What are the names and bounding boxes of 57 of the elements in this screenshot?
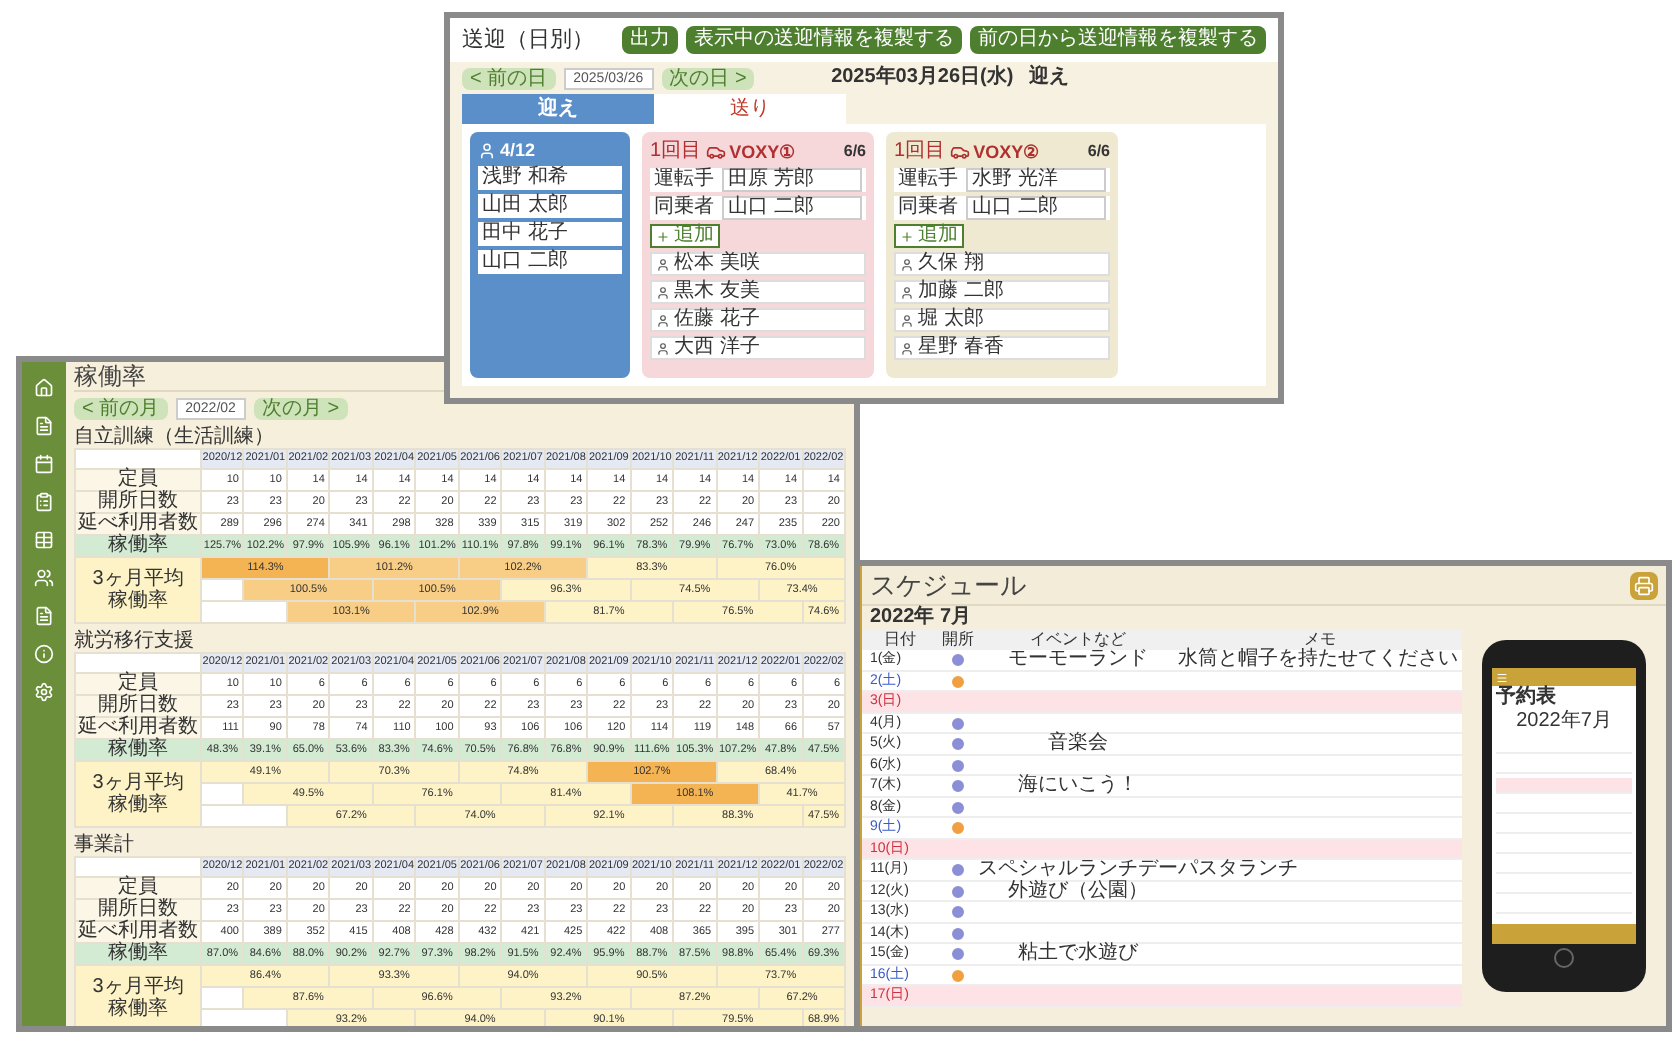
row-label: 3ヶ月平均稼働率 [76, 558, 200, 622]
mode-heading: 迎え [1029, 66, 1070, 90]
row-label: 稼働率 [76, 536, 200, 556]
memo-cell-text: 水筒と帽子を持たせてください [1178, 650, 1460, 670]
row-label: 開所日数 [76, 900, 200, 920]
row-label: 稼働率 [76, 740, 200, 760]
column-header: メモ [1304, 630, 1338, 648]
field-label: 同乗者 [654, 196, 714, 220]
capacity-label: 6/6 [843, 140, 866, 164]
field-label: 運転手 [898, 168, 958, 192]
row-label: 延べ利用者数 [76, 514, 200, 534]
trip-label: 1回目 [650, 140, 702, 164]
event-cell-text: 粘土で水遊び [1016, 944, 1141, 964]
section-title: 自立訓練（生活訓練） [74, 426, 276, 448]
phone-month: 2022年7月 [1514, 710, 1614, 734]
row-label: 開所日数 [76, 492, 200, 512]
window-title: スケジュール [870, 570, 1026, 600]
date-heading: 2025年03月26日(水) [831, 66, 1014, 90]
row-label: 定員 [76, 878, 200, 898]
event-cell-text: モーモーランド [1006, 650, 1150, 670]
passenger-name: 佐藤 花子 [674, 310, 760, 330]
window-title: 送迎（日別） [462, 27, 594, 53]
phone-title: 予約表 [1494, 686, 1558, 710]
row-label: 3ヶ月平均稼働率 [76, 762, 200, 826]
event-cell-text: 音楽会 [1046, 734, 1110, 754]
event-cell-text: 外遊び（公園） [1006, 881, 1150, 901]
section-title: 事業計 [74, 834, 136, 856]
column-header: 日付 [882, 630, 918, 650]
section-title: 就労移行支援 [74, 630, 196, 652]
passenger-name: 久保 翔 [918, 254, 984, 274]
vehicle-name: VOXY① [729, 140, 796, 164]
column-header: 開所 [940, 630, 976, 650]
passenger-name: 加藤 二郎 [918, 282, 1004, 302]
row-label: 延べ利用者数 [76, 718, 200, 738]
passenger-name: 星野 春香 [918, 338, 1004, 358]
column-header: イベントなど [1028, 630, 1128, 650]
event-cell: スペシャルランチデー [978, 860, 1178, 880]
memo-cell-text: パスタランチ [1178, 860, 1300, 880]
row-label: 定員 [76, 674, 200, 694]
row-label: 定員 [76, 470, 200, 490]
vehicle-name: VOXY② [973, 140, 1040, 164]
row-label: 延べ利用者数 [76, 922, 200, 942]
capacity-label: 6/6 [1087, 140, 1110, 164]
passenger-name: 堀 太郎 [918, 310, 984, 330]
event-cell-text: 海にいこう！ [1016, 776, 1140, 796]
trip-label: 1回目 [894, 140, 946, 164]
row-label: 稼働率 [76, 944, 200, 964]
passenger-name: 大西 洋子 [674, 338, 760, 358]
passenger-name: 松本 美咲 [674, 254, 760, 274]
count-label: 4/12 [500, 140, 536, 162]
passenger-name: 黒木 友美 [674, 282, 760, 302]
row-label: 3ヶ月平均稼働率 [76, 966, 200, 1026]
window-title: 稼働率 [74, 362, 146, 390]
month-heading: 2022年 7月 [868, 606, 974, 630]
field-label: 同乗者 [898, 196, 958, 220]
field-label: 運転手 [654, 168, 714, 192]
row-label: 開所日数 [76, 696, 200, 716]
